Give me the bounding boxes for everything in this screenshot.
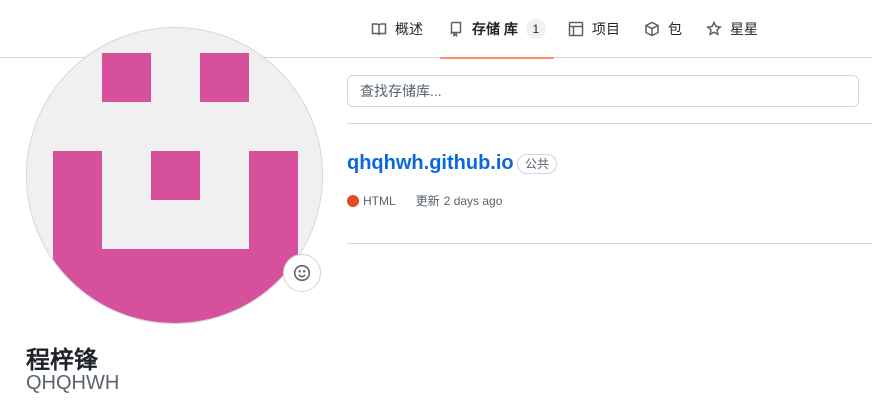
visibility-badge: 公共 [517,154,558,174]
repo-language: HTML [363,193,396,208]
book-icon [371,23,387,36]
tab-label: 项目 [592,21,620,37]
avatar[interactable] [26,27,323,324]
tab-packages[interactable]: 包 [644,0,682,58]
repo-count-badge: 1 [525,19,546,39]
tab-stars[interactable]: 星星 [706,0,758,58]
tab-overview[interactable]: 概述 [371,0,423,58]
updated-label: 更新 [415,194,440,208]
avatar-container [26,27,323,324]
smiley-icon [293,264,311,282]
profile-full-name: 程梓锋 [26,347,98,374]
star-icon [706,21,722,36]
set-status-button[interactable] [283,254,321,292]
find-repository-input[interactable] [347,75,859,107]
divider [347,123,872,124]
tab-projects[interactable]: 项目 [568,0,620,58]
repo-meta: HTML 更新 2 days ago [347,192,502,209]
package-icon [645,21,659,37]
tab-label: 概述 [395,21,423,37]
repo-icon [450,21,462,37]
tab-label: 存储 库 [472,21,518,37]
tab-repositories[interactable]: 存储 库 1 [440,0,554,59]
language-color-dot [347,194,359,207]
tab-label: 包 [668,21,682,37]
identicon-image [27,28,322,323]
tab-label: 星星 [730,21,758,37]
updated-time[interactable]: 2 days ago [444,194,503,208]
table-icon [568,21,584,37]
repo-updated: 更新 2 days ago [416,192,503,209]
repo-name-link[interactable]: qhqhwh.github.io [347,152,514,175]
divider [347,243,872,244]
profile-username: QHQHWH [26,372,120,394]
